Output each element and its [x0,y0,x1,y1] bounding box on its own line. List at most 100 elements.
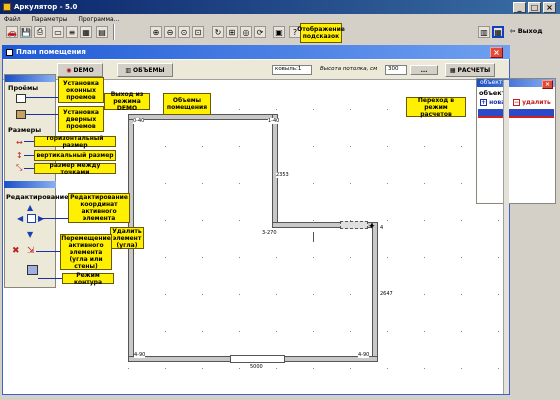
app-title: Аркулятор - 5.0 [14,3,78,11]
left-panel-titlebar [5,75,55,82]
plus-icon: + [480,99,487,106]
window-icon[interactable]: ▦ [492,26,504,38]
pointer-door-openings [26,114,58,115]
delete-element-icon[interactable]: ✖ [12,246,20,256]
dim-right-upper: 2353 [276,172,289,178]
grid-icon[interactable]: ⊞ [226,26,238,38]
pointer-move-element [36,251,60,252]
preview-icon[interactable]: ▭ [52,26,64,38]
volumes-icon: ▥ [125,66,132,74]
rotate-icon[interactable]: ↻ [212,26,224,38]
point-size-icon[interactable]: ⤡ [16,163,22,173]
demo-icon: ◉ [66,66,72,74]
drawing-canvas[interactable] [100,81,500,393]
dim-top-left: 0-40 [133,118,145,124]
dim-top-mid: 1-40 [268,118,280,124]
minimize-button[interactable]: _ [513,2,526,13]
door-opening-icon[interactable] [16,110,26,119]
callout-demo-mode: Выход из режима DEMO [104,91,150,112]
doc-icon[interactable]: ▤ [96,26,108,38]
volumes-button[interactable]: ▥ ОБЪЕМЫ [117,63,173,77]
editing-panel-titlebar [4,181,56,188]
objects-header: объект [479,89,506,97]
objects-close-button[interactable]: × [542,80,553,89]
arrow-left-icon[interactable]: ◀ [17,214,23,223]
zoom-out-icon[interactable]: ⊖ [164,26,176,38]
horizontal-size-icon[interactable]: ↔ [16,138,23,147]
window-opening-icon[interactable] [16,94,26,103]
target-icon[interactable]: ◎ [240,26,252,38]
car-icon[interactable]: 🚗 [6,26,18,38]
crosshair-cursor [313,232,323,242]
objects-list-selected[interactable] [478,109,554,118]
plan-close-button[interactable]: × [490,47,503,58]
callout-hints: Отображение подсказок [297,23,345,43]
pointer-vertical-size [24,155,34,156]
level-field[interactable]: ковыль:1 [272,65,312,75]
sizes-title: Размеры [8,126,42,134]
calc-icon[interactable]: ▥ [478,26,490,38]
dim-right-lower: 2647 [380,291,393,297]
callout-calc-mode: Переход в режим расчетов [406,97,466,118]
print-icon[interactable]: ⎙ [34,26,46,38]
callout-horizontal-size: горизонтальный размер [34,135,116,149]
plan-window-titlebar: План помещения [2,45,510,59]
app-icon [3,3,11,11]
calc-mode-icon: ▦ [449,66,456,74]
plan-icon [6,48,13,56]
editing-title: Редактирование [6,193,69,201]
wall-right[interactable] [372,222,378,362]
callout-edit-coords: Редактирование координат активного элеме… [68,193,130,223]
app-titlebar: Аркулятор - 5.0 [0,0,560,14]
zoom-window-icon[interactable]: ⊡ [192,26,204,38]
plan-scrollbar[interactable] [503,80,509,394]
zoom-in-icon[interactable]: ⊕ [150,26,162,38]
vertical-size-icon[interactable]: ↕ [16,151,23,160]
refresh-icon[interactable]: ⟳ [254,26,266,38]
move-element-icon[interactable]: ⇲ [27,246,35,256]
plan-window-title: План помещения [16,48,86,56]
callout-window-openings: Установка оконных проемов [58,77,104,103]
list-icon[interactable]: ≡ [66,26,78,38]
dim-inner-corner: 3-270 [262,230,277,236]
ceiling-more-button[interactable]: ... [410,65,438,75]
pointer-horizontal-size [24,141,34,142]
callout-door-openings: Установка дверных проемов [58,106,104,132]
ceiling-input[interactable]: 300 [385,65,407,75]
arrow-down-icon[interactable]: ▼ [27,230,33,239]
zoom-fit-icon[interactable]: ⊙ [178,26,190,38]
menu-file[interactable]: Файл [4,16,21,23]
dim-bottom-right: 4-90 [358,352,370,358]
corner-marker-icon[interactable]: ✦ [368,222,376,232]
openings-title: Проёмы [8,84,39,92]
panel-icon[interactable]: ▣ [273,26,285,38]
arrow-up-icon[interactable]: ▲ [27,203,33,212]
callout-point-size: размер между точками [34,162,116,176]
pointer-edit-coords [38,218,68,219]
edit-center-icon[interactable] [27,214,36,223]
demo-button[interactable]: ◉ DEMO [57,63,103,77]
pointer-outline-mode [38,278,62,279]
dim-corner-right: 4 [380,225,384,231]
dim-bottom-left: 4-90 [134,352,146,358]
window-inner[interactable] [340,221,368,229]
menu-parameters[interactable]: Параметры [32,16,68,23]
close-button[interactable]: × [543,2,556,13]
save-icon[interactable]: 💾 [20,26,32,38]
callout-room-volumes: Объемы помещения [163,93,211,115]
wall-upper-right[interactable] [272,114,278,228]
pointer-window-openings [26,97,58,98]
maximize-button[interactable]: □ [528,2,541,13]
callout-move-element: Перемещение активного элемента (угла или… [60,234,112,270]
exit-icon: ⇦ [510,27,516,35]
door-bottom[interactable] [230,355,285,363]
toolbar-separator [113,24,115,40]
exit-button[interactable]: ⇦ Выход [510,27,542,35]
table-icon[interactable]: ▦ [80,26,92,38]
delete-object-button[interactable]: − удалить [513,99,551,106]
callout-outline-mode: Режим контура [62,272,114,286]
outline-mode-icon[interactable] [27,265,38,275]
dim-bottom: 5000 [250,364,263,370]
calc-button[interactable]: ▦ РАСЧЕТЫ [445,63,495,77]
menu-program[interactable]: Программа... [78,16,119,23]
